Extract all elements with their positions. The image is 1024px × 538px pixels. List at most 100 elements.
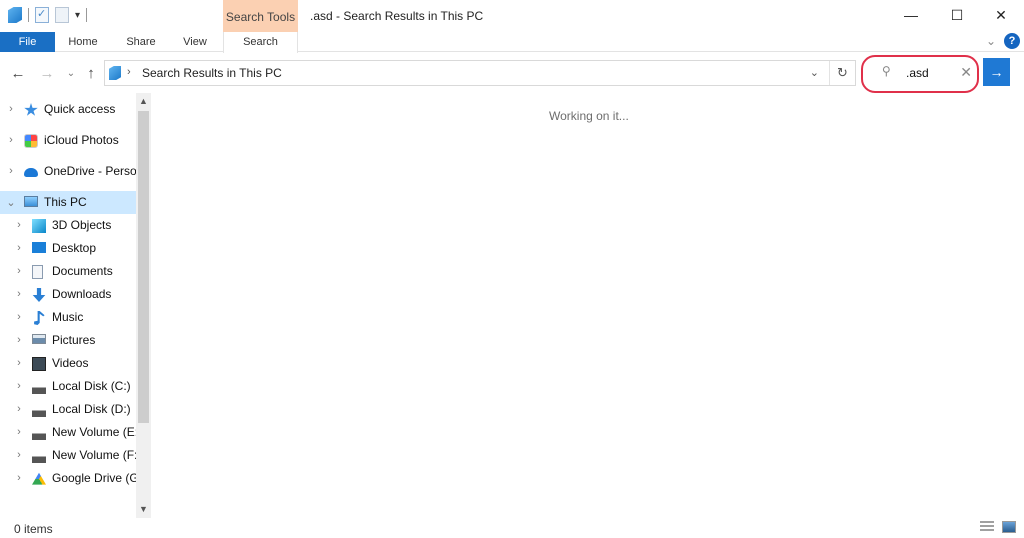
pictures-icon <box>32 334 46 344</box>
scroll-up-button[interactable]: ▲ <box>136 93 151 110</box>
status-bar: 0 items <box>0 518 1024 538</box>
search-icon: ⚲ <box>882 64 891 78</box>
address-bar[interactable]: › Search Results in This PC ⌄ ↻ <box>104 60 856 86</box>
sidebar-item-downloads[interactable]: › Downloads <box>0 283 136 306</box>
chevron-right-icon[interactable]: › <box>6 134 16 146</box>
sidebar-item-label: iCloud Photos <box>44 133 119 147</box>
refresh-button[interactable]: ↻ <box>829 61 855 85</box>
search-go-button[interactable]: → <box>983 58 1010 86</box>
chevron-right-icon[interactable]: › <box>14 242 24 254</box>
search-query[interactable]: .asd <box>906 66 929 80</box>
separator <box>28 8 29 22</box>
customize-toolbar-dropdown[interactable]: ▾ <box>75 10 80 21</box>
tab-home[interactable]: Home <box>60 32 106 52</box>
details-view-icon[interactable] <box>980 521 994 533</box>
close-button[interactable]: ✕ <box>978 0 1024 30</box>
sidebar-item-label: Pictures <box>52 333 96 347</box>
maximize-button[interactable]: ☐ <box>934 0 980 30</box>
up-button[interactable]: ↑ <box>81 65 101 82</box>
chevron-right-icon[interactable]: › <box>6 103 16 115</box>
chevron-right-icon[interactable]: › <box>14 426 24 438</box>
search-folder-icon <box>109 66 121 80</box>
chevron-right-icon[interactable]: › <box>14 449 24 461</box>
chevron-right-icon[interactable]: › <box>14 403 24 415</box>
star-icon <box>24 103 38 116</box>
forward-button[interactable]: → <box>37 65 57 82</box>
system-drive-icon <box>32 380 46 394</box>
sidebar-item-label: Local Disk (C:) <box>52 379 131 393</box>
sidebar-item-label: Videos <box>52 356 89 370</box>
google-drive-icon <box>32 472 46 485</box>
breadcrumb-separator[interactable]: › <box>127 66 131 78</box>
sidebar-item-label: This PC <box>44 195 87 209</box>
sidebar-item-videos[interactable]: › Videos <box>0 352 136 375</box>
tab-view[interactable]: View <box>172 32 218 52</box>
new-folder-icon[interactable] <box>55 7 69 23</box>
sidebar-item-3d-objects[interactable]: › 3D Objects <box>0 214 136 237</box>
title-bar: ▾ Search Tools .asd - Search Results in … <box>0 0 1024 32</box>
sidebar-item-label: Downloads <box>52 287 112 301</box>
sidebar-scrollbar[interactable]: ▲ ▼ <box>136 93 151 518</box>
sidebar-item-google-drive-g[interactable]: › Google Drive (G: <box>0 467 136 490</box>
sidebar-item-label: New Volume (E:) <box>52 425 136 439</box>
breadcrumb[interactable]: Search Results in This PC <box>142 66 282 80</box>
chevron-right-icon[interactable]: › <box>6 165 16 177</box>
view-switcher <box>980 521 1016 533</box>
minimize-button[interactable]: — <box>888 0 934 30</box>
sidebar-item-label: 3D Objects <box>52 218 112 232</box>
item-count: 0 items <box>14 522 53 536</box>
3d-objects-icon <box>32 219 46 233</box>
chevron-right-icon[interactable]: › <box>14 380 24 392</box>
chevron-right-icon[interactable]: › <box>14 265 24 277</box>
search-tools-context-label: Search Tools <box>223 0 298 32</box>
chevron-right-icon[interactable]: › <box>14 311 24 323</box>
quick-access-toolbar: ▾ <box>8 6 88 24</box>
documents-icon <box>32 265 43 279</box>
expand-ribbon-icon[interactable]: ⌄ <box>986 34 996 48</box>
sidebar-item-pictures[interactable]: › Pictures <box>0 329 136 352</box>
tab-share[interactable]: Share <box>118 32 164 52</box>
separator <box>86 8 88 22</box>
chevron-right-icon[interactable]: › <box>14 288 24 300</box>
sidebar-item-this-pc[interactable]: ⌄ This PC <box>0 191 136 214</box>
chevron-right-icon[interactable]: › <box>14 334 24 346</box>
chevron-right-icon[interactable]: › <box>14 472 24 484</box>
chevron-right-icon[interactable]: › <box>14 357 24 369</box>
scroll-thumb[interactable] <box>138 111 149 423</box>
recent-locations-button[interactable]: ⌄ <box>61 68 81 79</box>
address-dropdown-button[interactable]: ⌄ <box>810 66 819 79</box>
sidebar-item-label: Desktop <box>52 241 97 255</box>
properties-icon[interactable] <box>35 7 49 23</box>
chevron-right-icon[interactable]: › <box>14 219 24 231</box>
music-icon <box>34 311 45 325</box>
results-pane: Working on it... <box>152 93 1024 518</box>
chevron-down-icon[interactable]: ⌄ <box>6 196 16 209</box>
help-icon[interactable]: ? <box>1004 33 1020 49</box>
back-button[interactable]: ← <box>8 65 28 82</box>
search-input[interactable]: ⚲ .asd ✕ <box>866 60 976 86</box>
desktop-icon <box>32 242 46 253</box>
folder-icon <box>8 7 22 23</box>
sidebar-item-local-disk-d[interactable]: › Local Disk (D:) <box>0 398 136 421</box>
sidebar-item-label: OneDrive - Persor <box>44 164 136 178</box>
window-title: .asd - Search Results in This PC <box>310 9 484 23</box>
sidebar-item-music[interactable]: › Music <box>0 306 136 329</box>
sidebar-item-new-volume-e[interactable]: › New Volume (E:) <box>0 421 136 444</box>
sidebar-item-icloud-photos[interactable]: › iCloud Photos <box>0 129 136 152</box>
clear-search-button[interactable]: ✕ <box>960 64 972 81</box>
sidebar-item-new-volume-f[interactable]: › New Volume (F:) <box>0 444 136 467</box>
downloads-icon <box>32 288 46 302</box>
sidebar-item-local-disk-c[interactable]: › Local Disk (C:) <box>0 375 136 398</box>
sidebar-item-onedrive-persor[interactable]: › OneDrive - Persor <box>0 160 136 183</box>
drive-icon <box>32 426 46 440</box>
drive-icon <box>32 403 46 417</box>
sidebar-item-documents[interactable]: › Documents <box>0 260 136 283</box>
tab-search[interactable]: Search <box>223 32 298 53</box>
sidebar-item-label: Google Drive (G: <box>52 471 136 485</box>
tab-file[interactable]: File <box>0 32 55 52</box>
scroll-down-button[interactable]: ▼ <box>136 501 151 518</box>
sidebar-item-desktop[interactable]: › Desktop <box>0 237 136 260</box>
large-icons-view-icon[interactable] <box>1002 521 1016 533</box>
onedrive-icon <box>24 168 38 177</box>
sidebar-item-quick-access[interactable]: › Quick access <box>0 98 136 121</box>
